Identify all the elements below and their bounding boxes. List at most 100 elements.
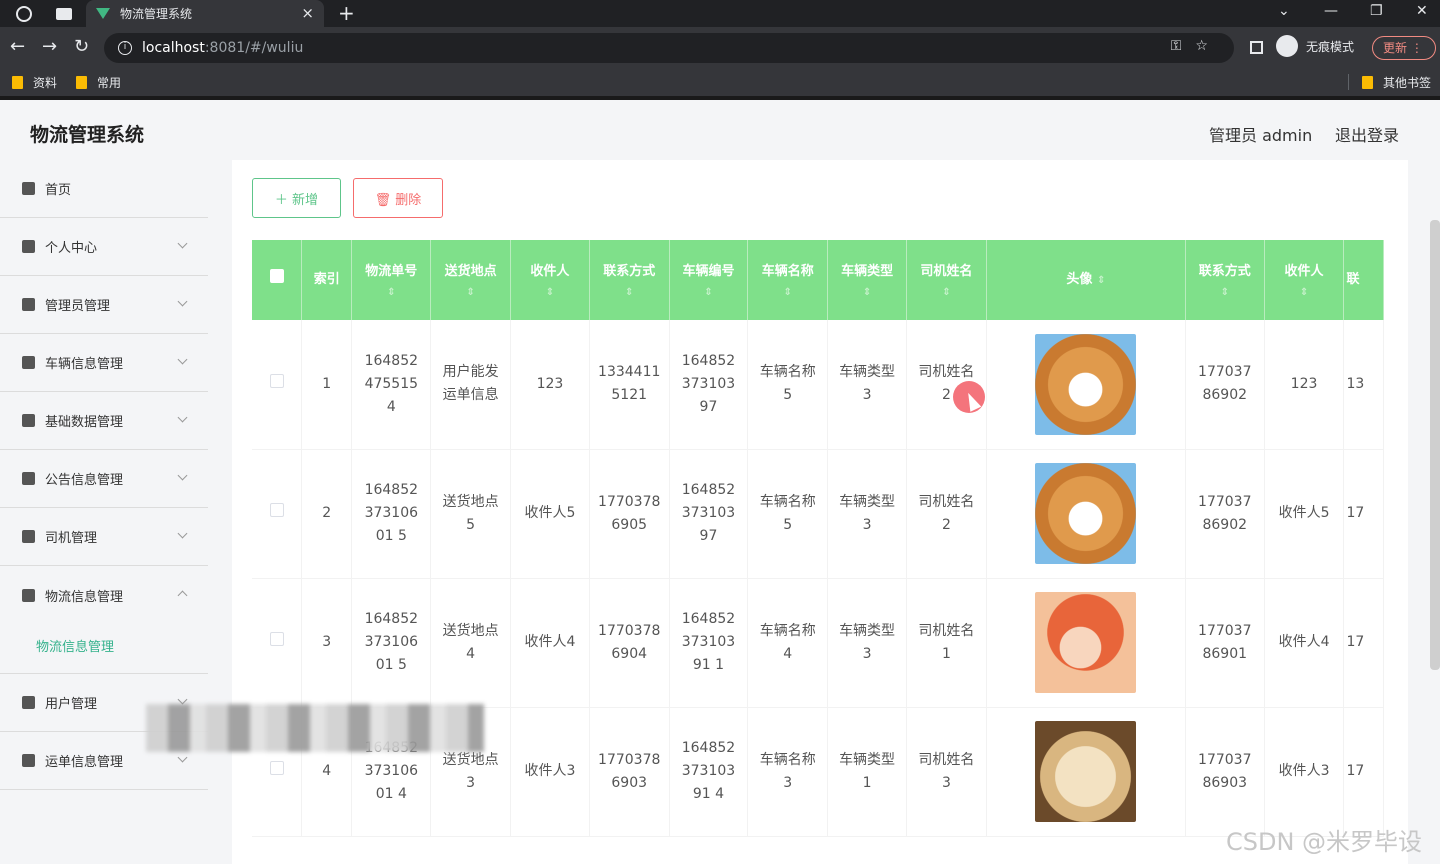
bookmark-folder[interactable]: 常用 <box>76 74 121 91</box>
minimize-icon[interactable]: — <box>1324 3 1338 19</box>
browser-tab[interactable]: 物流管理系统 × <box>86 0 324 27</box>
column-header[interactable]: 司机姓名 ⇕ <box>906 240 987 320</box>
tab-list-chevron-icon[interactable]: ⌄ <box>1278 3 1290 19</box>
row-select-cell[interactable] <box>252 449 303 579</box>
sidebar-item-home[interactable]: 首页 <box>0 160 208 218</box>
row-checkbox[interactable] <box>269 632 284 646</box>
sort-icon[interactable]: ⇕ <box>907 285 986 301</box>
column-header[interactable]: 车辆类型 ⇕ <box>827 240 907 320</box>
sidebar-subitem-logistics[interactable]: 物流信息管理 <box>0 624 208 674</box>
table-cell: 3 <box>301 578 353 708</box>
sort-icon[interactable]: ⇕ <box>670 285 748 301</box>
chrome-menu-icon[interactable] <box>16 5 32 22</box>
add-button[interactable]: ＋ 新增 <box>252 178 341 218</box>
table-row[interactable]: 3 16485237310601 5 送货地点4 收件人4 1770378690… <box>252 578 1384 708</box>
table-cell: 司机姓名1 <box>906 578 987 708</box>
app-title: 物流管理系统 <box>30 124 145 146</box>
update-button[interactable]: 更新 ⋮ <box>1372 36 1436 60</box>
table-cell: 17 <box>1343 578 1384 708</box>
table-cell: 车辆类型3 <box>827 320 907 450</box>
row-select-cell[interactable] <box>252 578 303 708</box>
restore-icon[interactable]: ❐ <box>1370 3 1383 19</box>
page-scrollbar[interactable] <box>1430 220 1440 670</box>
column-header[interactable]: 联系方式 ⇕ <box>1185 240 1265 320</box>
table-row[interactable]: 2 16485237310601 5 送货地点5 收件人5 1770378690… <box>252 449 1384 579</box>
column-header[interactable]: 联 <box>1343 240 1384 320</box>
bookmark-folder[interactable]: 其他书签 <box>1362 74 1431 91</box>
row-checkbox[interactable] <box>269 503 284 517</box>
url-host: localhost <box>142 40 205 56</box>
sort-icon[interactable]: ⇕ <box>828 285 906 301</box>
table-row[interactable]: 1 1648524755154 用户能发运单信息 123 13344115121… <box>252 320 1384 450</box>
sort-icon[interactable]: ⇕ <box>352 285 430 301</box>
table-cell: 16485237310397 <box>669 320 749 450</box>
column-header-label: 司机姓名 <box>920 264 973 279</box>
column-header-label: 车辆编号 <box>682 264 735 279</box>
table-cell: 16485237310397 <box>669 449 749 579</box>
url-field[interactable]: i localhost :8081/#/wuliu ⚿☆ <box>104 33 1234 63</box>
new-tab-button[interactable]: + <box>338 1 355 25</box>
avatar <box>1035 721 1137 822</box>
table-cell: 司机姓名3 <box>906 707 987 837</box>
sort-icon[interactable]: ⇕ <box>590 285 669 301</box>
forward-icon[interactable]: → <box>42 36 57 57</box>
table-cell: 收件人4 <box>1264 578 1345 708</box>
table-cell: 司机姓名2 <box>906 449 987 579</box>
tab-close-icon[interactable]: × <box>301 4 314 22</box>
key-star-icons[interactable]: ⚿☆ <box>1171 38 1222 54</box>
select-all-checkbox[interactable] <box>269 269 284 283</box>
table-cell: 13344115121 <box>589 320 670 450</box>
column-header[interactable]: 车辆名称 ⇕ <box>747 240 829 320</box>
table-cell: 17703786904 <box>589 578 670 708</box>
reload-icon[interactable]: ↻ <box>74 36 89 57</box>
vue-logo-icon <box>96 8 110 19</box>
table-cell: 13 <box>1343 320 1384 450</box>
sort-icon[interactable]: ⇕ <box>748 285 827 301</box>
bookmark-folder[interactable]: 资料 <box>12 74 57 91</box>
column-header[interactable]: 联系方式 ⇕ <box>589 240 670 320</box>
sidebar-item-basic-data[interactable]: 基础数据管理 <box>0 392 208 450</box>
sidebar-item-admins[interactable]: 管理员管理 <box>0 276 208 334</box>
column-header[interactable]: 收件人 ⇕ <box>1264 240 1345 320</box>
sort-icon[interactable]: ⇕ <box>1265 285 1344 301</box>
column-header[interactable]: 物流单号 ⇕ <box>351 240 432 320</box>
table-cell: 17703786901 <box>1185 578 1265 708</box>
column-header[interactable]: 车辆编号 ⇕ <box>669 240 749 320</box>
sort-icon[interactable]: ⇕ <box>1186 285 1264 301</box>
sort-icon[interactable]: ⇕ <box>1097 275 1105 286</box>
logout-link[interactable]: 退出登录 <box>1335 122 1399 146</box>
incognito-indicator[interactable]: 无痕模式 <box>1276 35 1354 57</box>
tab-title: 物流管理系统 <box>120 7 193 21</box>
sidebar-item-notices[interactable]: 公告信息管理 <box>0 450 208 508</box>
sidebar-item-vehicles[interactable]: 车辆信息管理 <box>0 334 208 392</box>
close-window-icon[interactable]: ✕ <box>1416 3 1428 19</box>
column-header[interactable]: 头像 ⇕ <box>986 240 1186 320</box>
column-header-label: 联 <box>1346 272 1360 287</box>
sidebar-item-logistics[interactable]: 物流信息管理 <box>0 566 208 624</box>
tab-search-icon[interactable] <box>56 7 72 20</box>
sidebar-item-drivers[interactable]: 司机管理 <box>0 508 208 566</box>
admin-label: 管理员 admin <box>1209 126 1313 145</box>
site-info-icon[interactable]: i <box>118 41 132 55</box>
row-checkbox[interactable] <box>269 761 284 775</box>
column-header[interactable]: 送货地点 ⇕ <box>430 240 511 320</box>
sort-icon[interactable]: ⇕ <box>511 285 589 301</box>
chevron-down-icon <box>177 296 188 307</box>
table-cell: 车辆类型3 <box>827 578 907 708</box>
sidebar-item-profile[interactable]: 个人中心 <box>0 218 208 276</box>
row-select-cell[interactable] <box>252 320 303 450</box>
select-all-cell[interactable] <box>252 240 303 320</box>
delete-button[interactable]: 🗑 删除 <box>353 178 443 218</box>
browser-tab-bar: 物流管理系统 × + ⌄ — ❐ ✕ <box>0 0 1440 27</box>
user-icon <box>22 240 35 253</box>
table-cell: 16485237310601 5 <box>351 578 432 708</box>
blurred-overlay <box>146 704 484 752</box>
side-panel-icon[interactable] <box>1250 41 1263 54</box>
sort-icon[interactable]: ⇕ <box>431 285 510 301</box>
column-header[interactable]: 收件人 ⇕ <box>510 240 590 320</box>
sidebar-item-label: 公告信息管理 <box>45 473 124 488</box>
bookmarks-bar: 资料 常用 其他书签 <box>0 69 1440 96</box>
back-icon[interactable]: ← <box>10 36 25 57</box>
row-checkbox[interactable] <box>269 373 284 388</box>
folder-icon <box>76 76 87 89</box>
